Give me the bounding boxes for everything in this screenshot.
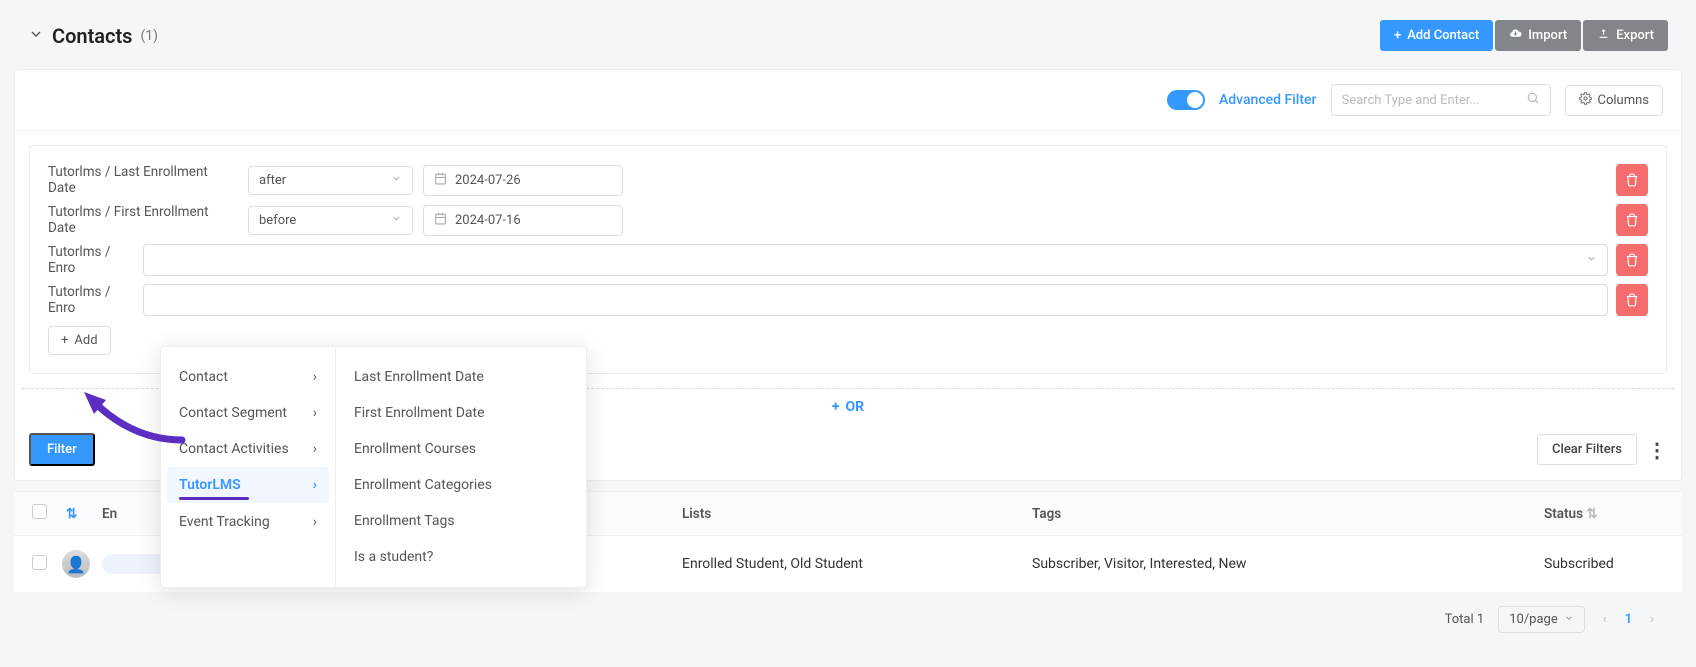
import-button[interactable]: Import bbox=[1495, 20, 1581, 51]
cell-tags: Subscriber, Visitor, Interested, New bbox=[1032, 556, 1544, 572]
chevron-right-icon: › bbox=[313, 369, 317, 385]
dropdown-subitem[interactable]: First Enrollment Date bbox=[336, 395, 586, 431]
chevron-right-icon: › bbox=[313, 405, 317, 421]
dropdown-item-contact-activities[interactable]: Contact Activities› bbox=[161, 431, 335, 467]
clear-filters-button[interactable]: Clear Filters bbox=[1537, 434, 1637, 465]
filter-label: Tutorlms / First Enrollment Date bbox=[48, 204, 238, 236]
calendar-icon bbox=[434, 172, 447, 189]
filter-row: Tutorlms / Last Enrollment Date after 20… bbox=[48, 164, 1648, 196]
filter-value-select[interactable] bbox=[143, 244, 1608, 276]
search-input-wrap[interactable] bbox=[1331, 84, 1551, 116]
dropdown-subitem[interactable]: Last Enrollment Date bbox=[336, 359, 586, 395]
sort-icon[interactable]: ⇅ bbox=[66, 506, 77, 522]
export-button[interactable]: Export bbox=[1583, 20, 1668, 51]
filter-date-input[interactable]: 2024-07-26 bbox=[423, 165, 623, 196]
chevron-right-icon: › bbox=[313, 514, 317, 530]
advanced-filter-label: Advanced Filter bbox=[1219, 92, 1317, 108]
filter-operator-select[interactable]: before bbox=[248, 206, 413, 235]
filter-row: Tutorlms / Enro bbox=[48, 284, 1648, 316]
next-page-button[interactable]: › bbox=[1646, 612, 1658, 627]
page-count: (1) bbox=[140, 28, 158, 44]
cell-status: Subscribed bbox=[1544, 556, 1664, 572]
column-header-tags[interactable]: Tags bbox=[1032, 506, 1544, 522]
delete-filter-button[interactable] bbox=[1616, 284, 1648, 316]
add-filter-button[interactable]: + Add bbox=[48, 326, 111, 355]
annotation-underline bbox=[179, 497, 249, 500]
chevron-down-icon bbox=[391, 213, 402, 228]
chevron-down-icon bbox=[391, 173, 402, 188]
filter-value-select[interactable] bbox=[143, 284, 1608, 316]
per-page-select[interactable]: 10/page bbox=[1498, 606, 1585, 633]
search-input[interactable] bbox=[1342, 93, 1526, 108]
gear-icon bbox=[1579, 92, 1592, 109]
download-icon bbox=[1597, 27, 1610, 44]
filter-row: Tutorlms / Enro bbox=[48, 244, 1648, 276]
plus-icon: + bbox=[1394, 28, 1401, 43]
chevron-down-icon[interactable] bbox=[28, 26, 44, 46]
dropdown-item-contact[interactable]: Contact› bbox=[161, 359, 335, 395]
plus-icon: + bbox=[832, 399, 840, 415]
apply-filter-button[interactable]: Filter bbox=[29, 433, 95, 466]
sort-icon: ⇅ bbox=[1586, 506, 1597, 522]
select-all-checkbox[interactable] bbox=[32, 504, 47, 519]
more-options-icon[interactable]: ⋮ bbox=[1647, 438, 1667, 462]
search-icon bbox=[1526, 91, 1540, 109]
filter-label: Tutorlms / Enro bbox=[48, 244, 133, 276]
columns-button[interactable]: Columns bbox=[1565, 85, 1664, 116]
chevron-right-icon: › bbox=[313, 441, 317, 457]
current-page: 1 bbox=[1625, 612, 1632, 627]
row-checkbox[interactable] bbox=[32, 555, 47, 570]
cell-lists: Enrolled Student, Old Student bbox=[682, 556, 1032, 572]
chevron-down-icon bbox=[1586, 252, 1597, 268]
filter-date-input[interactable]: 2024-07-16 bbox=[423, 205, 623, 236]
pagination: Total 1 10/page ‹ 1 › bbox=[14, 592, 1682, 647]
dropdown-subitem[interactable]: Enrollment Courses bbox=[336, 431, 586, 467]
chevron-down-icon bbox=[1564, 612, 1574, 627]
add-contact-button[interactable]: + Add Contact bbox=[1380, 20, 1493, 51]
total-count: Total 1 bbox=[1445, 612, 1485, 627]
avatar: 👤 bbox=[62, 550, 90, 578]
dropdown-subitem[interactable]: Is a student? bbox=[336, 539, 586, 575]
delete-filter-button[interactable] bbox=[1616, 244, 1648, 276]
page-title: Contacts bbox=[52, 24, 132, 48]
page-title-wrap: Contacts (1) bbox=[28, 24, 158, 48]
column-header-lists[interactable]: Lists bbox=[682, 506, 1032, 522]
filter-label: Tutorlms / Last Enrollment Date bbox=[48, 164, 238, 196]
filter-type-dropdown: Contact› Contact Segment› Contact Activi… bbox=[160, 346, 587, 588]
dropdown-item-event-tracking[interactable]: Event Tracking› bbox=[161, 504, 335, 540]
delete-filter-button[interactable] bbox=[1616, 204, 1648, 236]
calendar-icon bbox=[434, 212, 447, 229]
advanced-filter-toggle[interactable] bbox=[1167, 90, 1205, 110]
dropdown-item-contact-segment[interactable]: Contact Segment› bbox=[161, 395, 335, 431]
filter-row: Tutorlms / First Enrollment Date before … bbox=[48, 204, 1648, 236]
prev-page-button[interactable]: ‹ bbox=[1599, 612, 1611, 627]
column-header-status[interactable]: Status ⇅ bbox=[1544, 506, 1664, 522]
filter-operator-select[interactable]: after bbox=[248, 166, 413, 195]
cloud-upload-icon bbox=[1509, 27, 1522, 44]
filter-label: Tutorlms / Enro bbox=[48, 284, 133, 316]
chevron-right-icon: › bbox=[313, 477, 317, 493]
plus-icon: + bbox=[61, 333, 68, 348]
delete-filter-button[interactable] bbox=[1616, 164, 1648, 196]
dropdown-subitem[interactable]: Enrollment Categories bbox=[336, 467, 586, 503]
dropdown-subitem[interactable]: Enrollment Tags bbox=[336, 503, 586, 539]
